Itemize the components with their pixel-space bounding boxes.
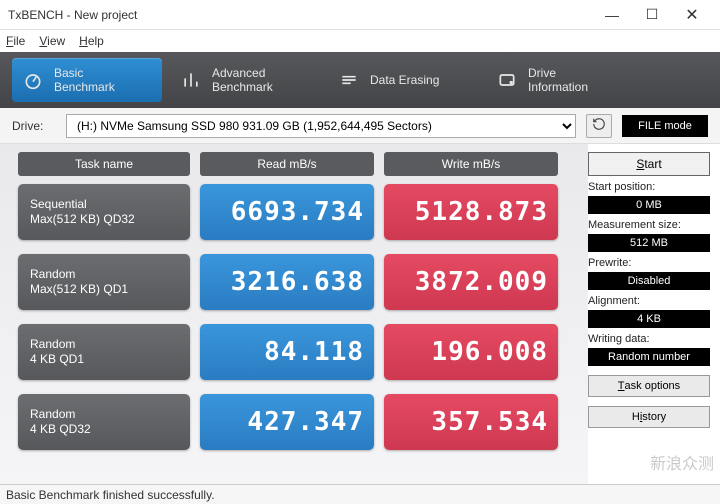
task-cell[interactable]: RandomMax(512 KB) QD1	[18, 254, 190, 310]
tab-label: Information	[528, 80, 588, 94]
history-button[interactable]: History	[588, 406, 710, 428]
drive-row: Drive: (H:) NVMe Samsung SSD 980 931.09 …	[0, 108, 720, 144]
titlebar: TxBENCH - New project — ☐ ✕	[0, 0, 720, 30]
window-title: TxBENCH - New project	[8, 8, 592, 22]
side-panel: Start Start position: 0 MB Measurement s…	[588, 144, 720, 484]
bars-icon	[180, 69, 202, 91]
alignment-value[interactable]: 4 KB	[588, 310, 710, 328]
tab-drive-information[interactable]: DriveInformation	[486, 58, 636, 102]
tab-advanced-benchmark[interactable]: AdvancedBenchmark	[170, 58, 320, 102]
start-position-value[interactable]: 0 MB	[588, 196, 710, 214]
drive-label: Drive:	[12, 119, 56, 133]
header-row: Task name Read mB/s Write mB/s	[18, 152, 578, 176]
prewrite-value[interactable]: Disabled	[588, 272, 710, 290]
refresh-button[interactable]	[586, 114, 612, 138]
drive-select[interactable]: (H:) NVMe Samsung SSD 980 931.09 GB (1,9…	[66, 114, 576, 138]
menubar: File View Help	[0, 30, 720, 52]
read-value[interactable]: 3216.638	[200, 254, 374, 310]
file-mode-button[interactable]: FILE mode	[622, 115, 708, 137]
alignment-label: Alignment:	[588, 295, 710, 307]
tab-label: Benchmark	[54, 80, 115, 94]
gauge-icon	[22, 69, 44, 91]
tabbar: BasicBenchmark AdvancedBenchmark Data Er…	[0, 52, 720, 108]
col-read: Read mB/s	[200, 152, 374, 176]
result-row: SequentialMax(512 KB) QD32 6693.734 5128…	[18, 184, 578, 240]
results-panel: Task name Read mB/s Write mB/s Sequentia…	[0, 144, 588, 484]
status-bar: Basic Benchmark finished successfully.	[0, 484, 720, 504]
work-area: Task name Read mB/s Write mB/s Sequentia…	[0, 144, 720, 484]
result-row: RandomMax(512 KB) QD1 3216.638 3872.009	[18, 254, 578, 310]
tab-basic-benchmark[interactable]: BasicBenchmark	[12, 58, 162, 102]
refresh-icon	[592, 117, 606, 134]
tab-label: Benchmark	[212, 80, 273, 94]
tab-label: Drive	[528, 66, 556, 80]
task-cell[interactable]: Random4 KB QD32	[18, 394, 190, 450]
write-value[interactable]: 196.008	[384, 324, 558, 380]
write-value[interactable]: 5128.873	[384, 184, 558, 240]
col-task: Task name	[18, 152, 190, 176]
erase-icon	[338, 69, 360, 91]
menu-help[interactable]: Help	[79, 34, 104, 48]
task-cell[interactable]: SequentialMax(512 KB) QD32	[18, 184, 190, 240]
write-value[interactable]: 357.534	[384, 394, 558, 450]
menu-view[interactable]: View	[39, 34, 65, 48]
read-value[interactable]: 84.118	[200, 324, 374, 380]
read-value[interactable]: 427.347	[200, 394, 374, 450]
start-position-label: Start position:	[588, 181, 710, 193]
minimize-button[interactable]: —	[592, 1, 632, 29]
maximize-button[interactable]: ☐	[632, 1, 672, 29]
drive-icon	[496, 69, 518, 91]
col-write: Write mB/s	[384, 152, 558, 176]
status-text: Basic Benchmark finished successfully.	[6, 488, 215, 502]
writing-data-value[interactable]: Random number	[588, 348, 710, 366]
result-row: Random4 KB QD1 84.118 196.008	[18, 324, 578, 380]
task-cell[interactable]: Random4 KB QD1	[18, 324, 190, 380]
result-row: Random4 KB QD32 427.347 357.534	[18, 394, 578, 450]
read-value[interactable]: 6693.734	[200, 184, 374, 240]
writing-data-label: Writing data:	[588, 333, 710, 345]
menu-file[interactable]: File	[6, 34, 25, 48]
measurement-size-label: Measurement size:	[588, 219, 710, 231]
tab-label: Advanced	[212, 66, 265, 80]
close-button[interactable]: ✕	[672, 1, 712, 29]
write-value[interactable]: 3872.009	[384, 254, 558, 310]
tab-label: Basic	[54, 66, 83, 80]
prewrite-label: Prewrite:	[588, 257, 710, 269]
start-button[interactable]: Start	[588, 152, 710, 176]
tab-data-erasing[interactable]: Data Erasing	[328, 58, 478, 102]
task-options-button[interactable]: Task options	[588, 375, 710, 397]
tab-label: Data Erasing	[370, 73, 439, 87]
measurement-size-value[interactable]: 512 MB	[588, 234, 710, 252]
